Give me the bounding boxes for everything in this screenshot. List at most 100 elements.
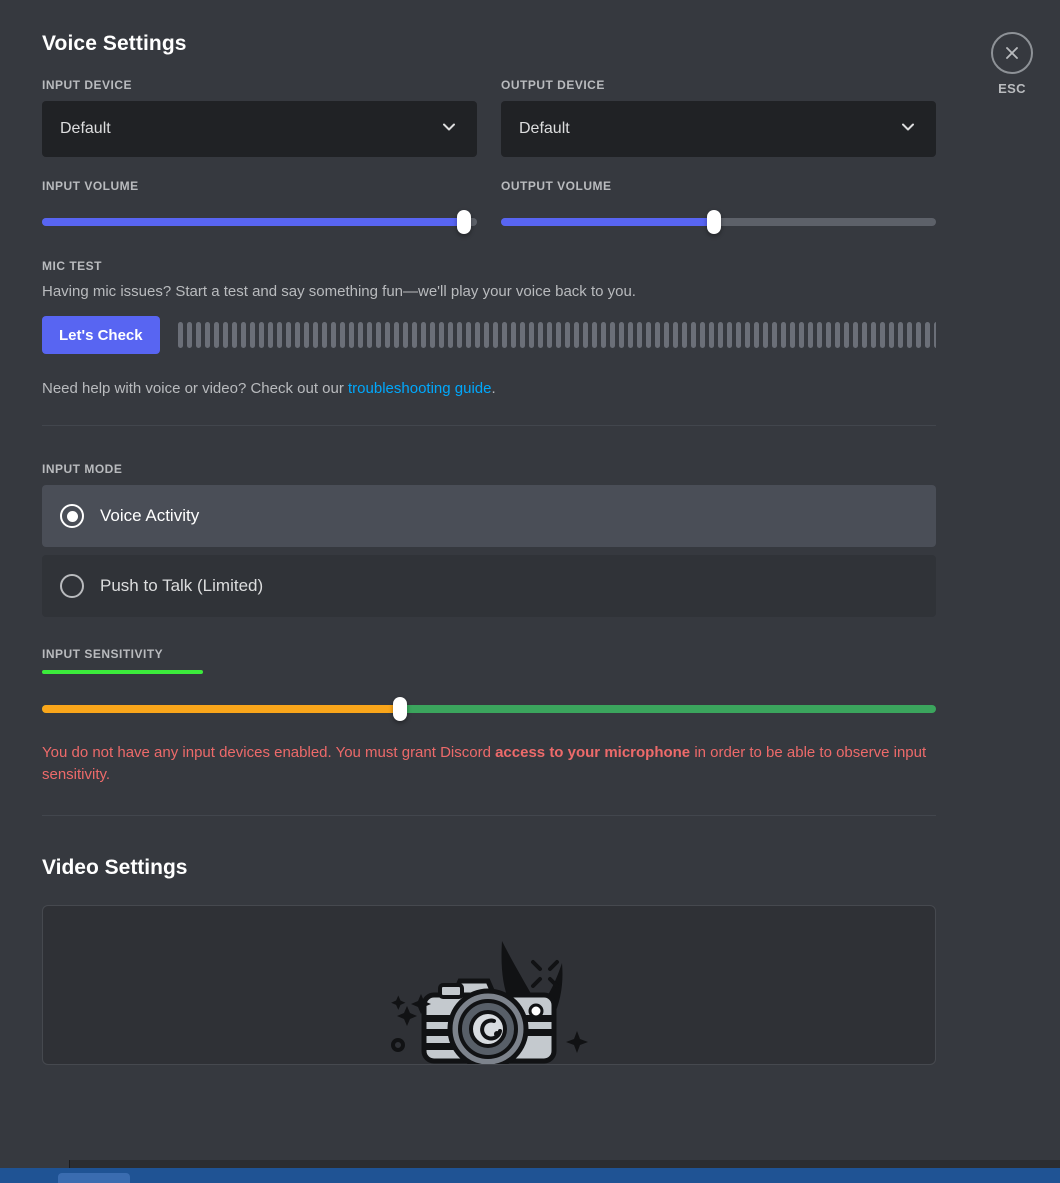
mic-level-bar — [600, 322, 606, 349]
close-settings-label: ESC — [998, 81, 1026, 96]
mic-level-bar — [735, 322, 741, 349]
mic-level-bar — [321, 322, 327, 349]
mic-level-bar — [906, 322, 912, 349]
mic-level-bar — [672, 322, 678, 349]
mic-level-bar — [456, 322, 462, 349]
os-taskbar[interactable] — [0, 1168, 1060, 1183]
input-device-select[interactable]: Default — [42, 101, 477, 157]
mic-level-bar — [258, 322, 264, 349]
mic-level-bar — [933, 322, 936, 349]
output-volume-label: OUTPUT VOLUME — [501, 179, 612, 193]
mic-level-bar — [411, 322, 417, 349]
mic-level-bar — [366, 322, 372, 349]
mic-level-bar — [285, 322, 291, 349]
mic-level-bar — [447, 322, 453, 349]
mic-level-bar — [798, 322, 804, 349]
divider-after-mic-test — [42, 425, 936, 427]
output-device-value: Default — [519, 120, 570, 137]
mic-level-bar — [195, 322, 201, 349]
mic-level-bar — [222, 322, 228, 349]
input-sensitivity-thumb[interactable] — [392, 697, 407, 722]
mic-level-bar — [429, 322, 435, 349]
mic-level-bar — [402, 322, 408, 349]
mic-level-bar — [780, 322, 786, 349]
mic-level-bar — [231, 322, 237, 349]
mic-level-bar — [348, 322, 354, 349]
mic-level-bar — [870, 322, 876, 349]
mic-level-bar — [186, 322, 192, 349]
close-icon — [991, 32, 1033, 74]
mic-test-description: Having mic issues? Start a test and say … — [42, 283, 636, 300]
input-mode-option-label: Voice Activity — [100, 506, 200, 526]
input-volume-slider[interactable] — [42, 207, 477, 237]
input-mode-section: INPUT MODE Voice Activity Push to Talk (… — [42, 462, 936, 618]
page-title: Voice Settings — [42, 32, 187, 55]
mic-level-bar — [492, 322, 498, 349]
mic-level-bar — [537, 322, 543, 349]
mic-level-bar — [204, 322, 210, 349]
mic-level-bar — [177, 322, 183, 349]
divider-after-sensitivity — [42, 814, 936, 816]
video-settings-title: Video Settings — [42, 855, 188, 879]
output-device-label: OUTPUT DEVICE — [501, 78, 605, 92]
input-mode-option-push-to-talk[interactable]: Push to Talk (Limited) — [42, 555, 936, 618]
mic-level-bar — [528, 322, 534, 349]
input-mode-option-voice-activity[interactable]: Voice Activity — [42, 485, 936, 548]
output-volume-thumb[interactable] — [707, 210, 722, 234]
radio-unselected-icon — [60, 574, 84, 599]
help-line: Need help with voice or video? Check out… — [42, 380, 936, 397]
input-volume-thumb[interactable] — [456, 210, 471, 234]
video-preview-box[interactable] — [42, 904, 936, 1065]
mic-level-bar — [564, 322, 570, 349]
output-volume-slider[interactable] — [501, 207, 936, 237]
mic-level-bar — [690, 322, 696, 349]
mic-level-bar — [852, 322, 858, 349]
lets-check-button[interactable]: Let's Check — [42, 316, 160, 355]
window-left-edge — [0, 1160, 70, 1168]
mic-level-bar — [726, 322, 732, 349]
troubleshooting-guide-link[interactable]: troubleshooting guide — [348, 380, 491, 397]
output-volume-group: OUTPUT VOLUME — [501, 179, 936, 237]
discord-user-settings-window: Voice Settings INPUT DEVICE Default OUTP… — [0, 0, 1060, 1183]
mic-level-bar — [267, 322, 273, 349]
mic-level-bar — [645, 322, 651, 349]
mic-level-bar — [816, 322, 822, 349]
input-device-label: INPUT DEVICE — [42, 78, 133, 92]
output-device-group: OUTPUT DEVICE Default — [501, 78, 936, 157]
mic-level-bar — [843, 322, 849, 349]
mic-level-bar — [717, 322, 723, 349]
input-sensitivity-slider[interactable] — [42, 694, 936, 724]
mic-level-bar — [915, 322, 921, 349]
input-volume-label: INPUT VOLUME — [42, 179, 139, 193]
mic-level-bar — [627, 322, 633, 349]
mic-level-bar — [771, 322, 777, 349]
mic-level-bar — [294, 322, 300, 349]
input-mode-label: INPUT MODE — [42, 462, 123, 477]
input-mode-option-label: Push to Talk (Limited) — [100, 576, 264, 596]
mic-level-bar — [393, 322, 399, 349]
chevron-down-icon — [439, 117, 459, 142]
chevron-down-icon — [898, 117, 918, 142]
close-settings-button[interactable]: ESC — [980, 32, 1044, 96]
mic-level-bar — [897, 322, 903, 349]
output-device-select[interactable]: Default — [501, 101, 936, 157]
input-volume-fill — [42, 218, 464, 226]
mic-level-bar — [582, 322, 588, 349]
mic-level-bar — [555, 322, 561, 349]
mic-level-bar — [681, 322, 687, 349]
mic-level-bar — [573, 322, 579, 349]
mic-test-label: MIC TEST — [42, 259, 102, 273]
microphone-permission-warning: You do not have any input devices enable… — [42, 742, 936, 786]
mic-level-bar — [825, 322, 831, 349]
mic-level-bar — [357, 322, 363, 349]
mic-level-bar — [789, 322, 795, 349]
voice-and-video-settings-pane: Voice Settings INPUT DEVICE Default OUTP… — [0, 0, 1060, 1175]
taskbar-window-button[interactable] — [58, 1173, 130, 1183]
mic-level-bar — [888, 322, 894, 349]
window-bottom-edge — [0, 1160, 1060, 1168]
mic-level-bar — [546, 322, 552, 349]
input-sensitivity-section: INPUT SENSITIVITY You do not have any in… — [42, 647, 936, 786]
mic-level-bar — [519, 322, 525, 349]
mic-level-bar — [879, 322, 885, 349]
input-volume-group: INPUT VOLUME — [42, 179, 477, 237]
